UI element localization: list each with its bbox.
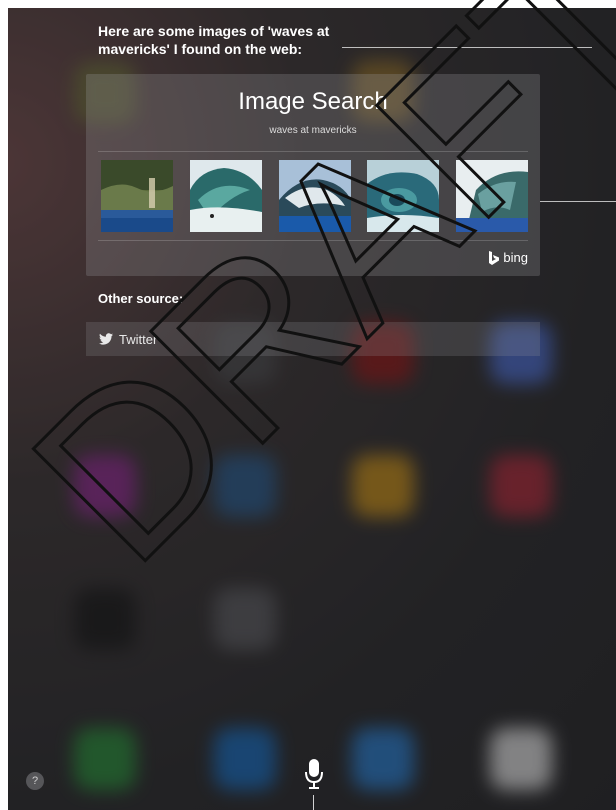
frame-edge-top bbox=[0, 0, 616, 8]
wave-photo-2 bbox=[190, 160, 262, 232]
bing-logo-icon bbox=[489, 250, 500, 265]
wave-photo-5 bbox=[456, 160, 528, 232]
thumbnail-strip bbox=[101, 160, 531, 232]
callout-line bbox=[342, 47, 592, 48]
search-query: waves at mavericks bbox=[269, 125, 357, 136]
image-search-card: Image Search waves at mavericks bing bbox=[86, 74, 540, 276]
card-title: Image Search bbox=[238, 88, 388, 115]
source-item-twitter[interactable]: Twitter bbox=[86, 322, 540, 356]
image-thumbnail[interactable] bbox=[190, 160, 262, 232]
provider-label: bing bbox=[503, 250, 528, 265]
other-source-label: Other source: bbox=[98, 291, 184, 306]
twitter-icon bbox=[99, 333, 113, 345]
callout-line bbox=[540, 201, 616, 202]
wave-photo-1 bbox=[101, 160, 173, 232]
divider bbox=[98, 151, 528, 152]
bing-attribution[interactable]: bing bbox=[488, 250, 528, 265]
siri-response-heading: Here are some images of 'waves at maveri… bbox=[98, 23, 330, 57]
help-button[interactable]: ? bbox=[26, 772, 44, 790]
image-thumbnail[interactable] bbox=[456, 160, 528, 232]
callout-line bbox=[313, 795, 314, 810]
microphone-icon[interactable] bbox=[303, 758, 325, 790]
wave-photo-3 bbox=[279, 160, 351, 232]
frame-edge-left bbox=[0, 0, 8, 810]
image-thumbnail[interactable] bbox=[101, 160, 173, 232]
image-thumbnail[interactable] bbox=[367, 160, 439, 232]
source-item-label: Twitter bbox=[119, 331, 158, 347]
divider bbox=[98, 240, 528, 241]
wave-photo-4 bbox=[367, 160, 439, 232]
image-thumbnail[interactable] bbox=[279, 160, 351, 232]
